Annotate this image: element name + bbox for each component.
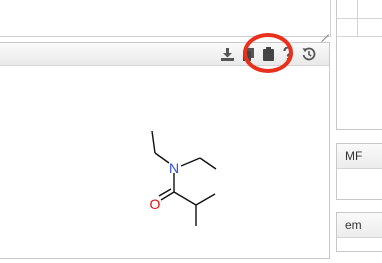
clipboard-icon bbox=[262, 47, 274, 61]
help-icon bbox=[283, 47, 293, 61]
history-icon bbox=[302, 47, 316, 61]
molecule-structure: N O bbox=[150, 130, 217, 226]
clipboard-button[interactable] bbox=[260, 46, 276, 62]
resize-handle[interactable] bbox=[321, 27, 329, 35]
help-button[interactable] bbox=[280, 46, 296, 62]
atom-label-n: N bbox=[169, 160, 179, 176]
bond bbox=[173, 191, 197, 206]
download-icon bbox=[220, 47, 234, 61]
bond bbox=[180, 157, 201, 167]
atom-label-o: O bbox=[150, 196, 161, 212]
mf-label: MF bbox=[337, 144, 382, 169]
download-button[interactable] bbox=[219, 46, 235, 62]
bond bbox=[199, 157, 217, 170]
copy-icon bbox=[242, 47, 254, 61]
history-button[interactable] bbox=[301, 46, 317, 62]
bond bbox=[154, 152, 170, 164]
structure-panel: N O bbox=[0, 42, 330, 259]
structure-toolbar bbox=[0, 43, 329, 66]
bond bbox=[151, 130, 156, 154]
bond bbox=[195, 193, 216, 206]
results-table bbox=[336, 0, 382, 130]
em-field: em bbox=[336, 212, 382, 252]
molecule-canvas[interactable]: N O bbox=[0, 66, 329, 258]
input-area[interactable] bbox=[0, 0, 331, 37]
em-label: em bbox=[337, 213, 382, 238]
right-panel: MF em bbox=[336, 0, 382, 252]
mf-field: MF bbox=[336, 143, 382, 200]
copy-button[interactable] bbox=[240, 46, 256, 62]
